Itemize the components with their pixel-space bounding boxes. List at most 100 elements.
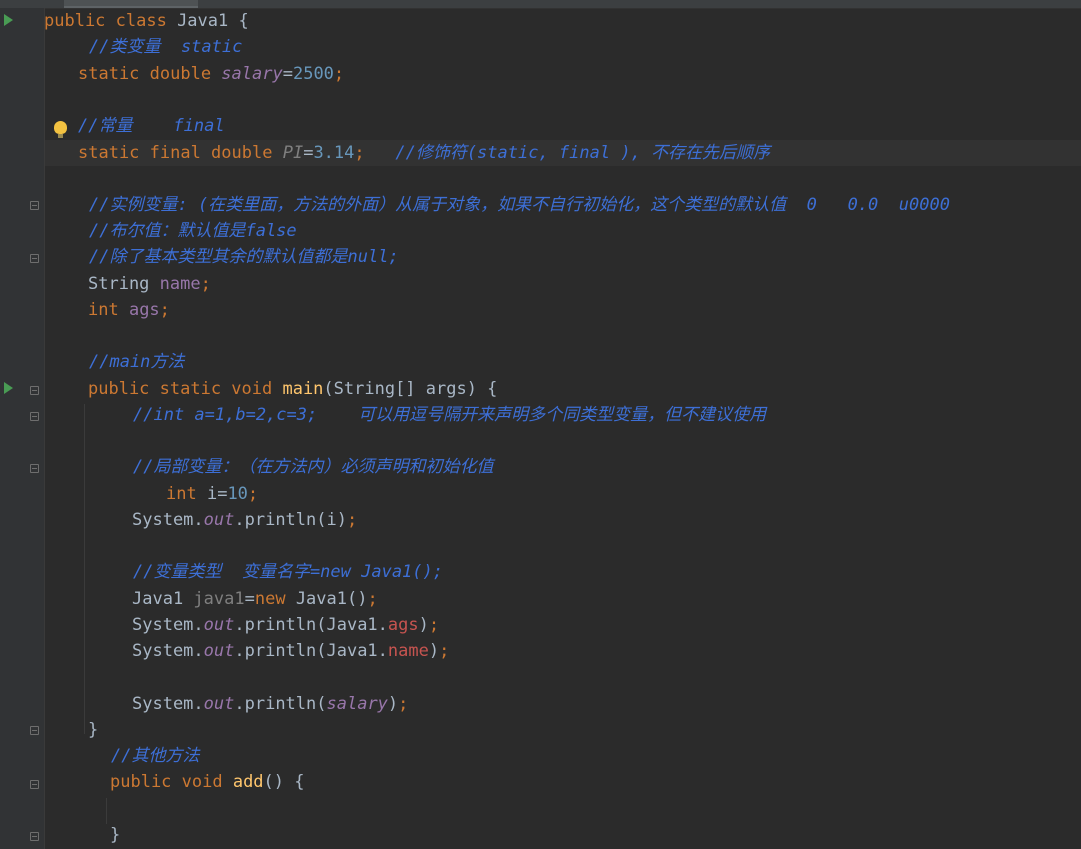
code-token: 3.14 xyxy=(313,143,355,163)
code-line[interactable]: public void add() { xyxy=(110,769,305,795)
code-line[interactable]: static final double PI=3.14; //修饰符(stati… xyxy=(78,140,770,166)
code-token: = xyxy=(303,143,314,163)
code-line[interactable]: //其他方法 xyxy=(111,743,199,769)
code-token: ; xyxy=(333,64,345,84)
code-token: new xyxy=(254,589,296,609)
code-token: //布尔值：默认值是false xyxy=(89,221,297,241)
code-token: String xyxy=(88,274,160,294)
fold-marker-icon[interactable] xyxy=(30,464,39,473)
code-token: System. xyxy=(132,694,204,714)
code-token: System. xyxy=(132,615,204,635)
code-line[interactable]: //int a=1,b=2,c=3; 可以用逗号隔开来声明多个同类型变量，但不建… xyxy=(133,402,766,428)
code-token: () { xyxy=(263,772,305,792)
fold-marker-icon[interactable] xyxy=(30,386,39,395)
code-token: salary xyxy=(326,694,388,714)
code-token: ; xyxy=(247,484,259,504)
code-token: PI xyxy=(282,143,304,163)
code-token: ; xyxy=(346,510,358,530)
lightbulb-icon[interactable] xyxy=(54,121,67,138)
code-token: public class xyxy=(44,11,178,31)
code-line[interactable]: } xyxy=(110,822,120,848)
fold-marker-icon[interactable] xyxy=(30,412,39,421)
code-token: //main方法 xyxy=(89,352,185,372)
code-line[interactable]: System.out.println(Java1.name); xyxy=(132,638,449,664)
code-line[interactable]: Java1 java1=new Java1(); xyxy=(132,586,378,612)
fold-marker-icon[interactable] xyxy=(30,780,39,789)
fold-marker-icon[interactable] xyxy=(30,254,39,263)
code-line[interactable]: //局部变量：（在方法内）必须声明和初始化值 xyxy=(133,454,493,480)
code-token: .println(i) xyxy=(234,510,347,530)
code-token: ; xyxy=(367,589,378,609)
code-token: 2500 xyxy=(292,64,334,84)
fold-marker-icon[interactable] xyxy=(30,201,39,210)
code-token: System. xyxy=(132,641,204,661)
code-token: static final double xyxy=(78,143,283,163)
code-token: ; xyxy=(398,694,409,714)
code-line[interactable]: public static void main(String[] args) { xyxy=(88,376,497,402)
code-line[interactable]: static double salary=2500; xyxy=(78,61,344,87)
code-token: int xyxy=(88,300,129,320)
code-line[interactable]: //常量 final xyxy=(78,113,225,139)
code-token: Java1 xyxy=(132,589,194,609)
code-token: .println(Java1. xyxy=(234,641,388,661)
code-token: (String[] args) { xyxy=(323,379,498,399)
code-token: ) xyxy=(387,694,399,714)
code-token: out xyxy=(203,510,235,530)
code-token: 10 xyxy=(227,484,248,504)
code-token: ; xyxy=(354,143,365,163)
code-line[interactable]: int ags; xyxy=(88,297,170,323)
code-line[interactable]: //实例变量: (在类里面，方法的外面）从属于对象，如果不自行初始化，这个类型的… xyxy=(89,192,950,218)
code-token: ; xyxy=(439,641,450,661)
indent-guide xyxy=(84,404,85,734)
code-editor[interactable]: public class Java1 { //类变量 static static… xyxy=(0,0,1081,849)
code-token: salary xyxy=(221,64,283,84)
run-main-icon[interactable] xyxy=(4,382,13,394)
code-token: = xyxy=(282,64,293,84)
code-line[interactable]: //除了基本类型其余的默认值都是null; xyxy=(89,244,399,270)
code-token: name xyxy=(159,274,201,294)
code-token: //实例变量: (在类里面，方法的外面）从属于对象，如果不自行初始化，这个类型的… xyxy=(89,195,950,215)
code-token: //变量类型 变量名字=new Java1(); xyxy=(133,562,443,582)
code-token: ) xyxy=(428,641,440,661)
code-token: out xyxy=(203,694,235,714)
code-line[interactable]: //布尔值：默认值是false xyxy=(89,218,297,244)
code-token: ; xyxy=(200,274,211,294)
code-line[interactable]: System.out.println(i); xyxy=(132,507,357,533)
code-line[interactable]: int i=10; xyxy=(166,481,258,507)
code-token: //int a=1,b=2,c=3; 可以用逗号隔开来声明多个同类型变量，但不建… xyxy=(133,405,767,425)
code-token: name xyxy=(387,641,429,661)
code-line[interactable]: String name; xyxy=(88,271,211,297)
code-line[interactable]: //变量类型 变量名字=new Java1(); xyxy=(133,559,443,585)
code-token: //其他方法 xyxy=(111,746,200,766)
fold-marker-icon[interactable] xyxy=(30,726,39,735)
fold-marker-icon[interactable] xyxy=(30,832,39,841)
editor-tab[interactable] xyxy=(64,0,198,8)
code-token: = xyxy=(244,589,255,609)
code-token: int xyxy=(166,484,207,504)
code-token: //修饰符(static, final ), 不存在先后顺序 xyxy=(364,143,771,163)
run-class-icon[interactable] xyxy=(4,14,13,26)
code-token: //除了基本类型其余的默认值都是null; xyxy=(89,247,399,267)
code-line[interactable]: } xyxy=(88,717,98,743)
code-token: System. xyxy=(132,510,204,530)
code-token: ags xyxy=(387,615,419,635)
code-line[interactable]: System.out.println(salary); xyxy=(132,691,408,717)
code-token: public void xyxy=(110,772,233,792)
code-line[interactable]: //类变量 static xyxy=(89,34,242,60)
code-token: ; xyxy=(428,615,440,635)
code-line[interactable]: //main方法 xyxy=(89,349,184,375)
code-token: ; xyxy=(159,300,170,320)
code-token: add xyxy=(232,772,264,792)
code-token: //局部变量：（在方法内）必须声明和初始化值 xyxy=(133,457,494,477)
code-line[interactable]: System.out.println(Java1.ags); xyxy=(132,612,439,638)
code-token: } xyxy=(110,825,121,845)
code-token: //类变量 static xyxy=(89,37,243,57)
code-token: java1 xyxy=(193,589,245,609)
code-token: .println( xyxy=(234,694,327,714)
code-token: ags xyxy=(128,300,160,320)
code-token: out xyxy=(203,641,235,661)
code-line[interactable]: public class Java1 { xyxy=(44,8,249,34)
code-token: Java1 { xyxy=(177,11,249,31)
code-token: Java1() xyxy=(295,589,368,609)
line-gutter[interactable] xyxy=(0,8,44,849)
